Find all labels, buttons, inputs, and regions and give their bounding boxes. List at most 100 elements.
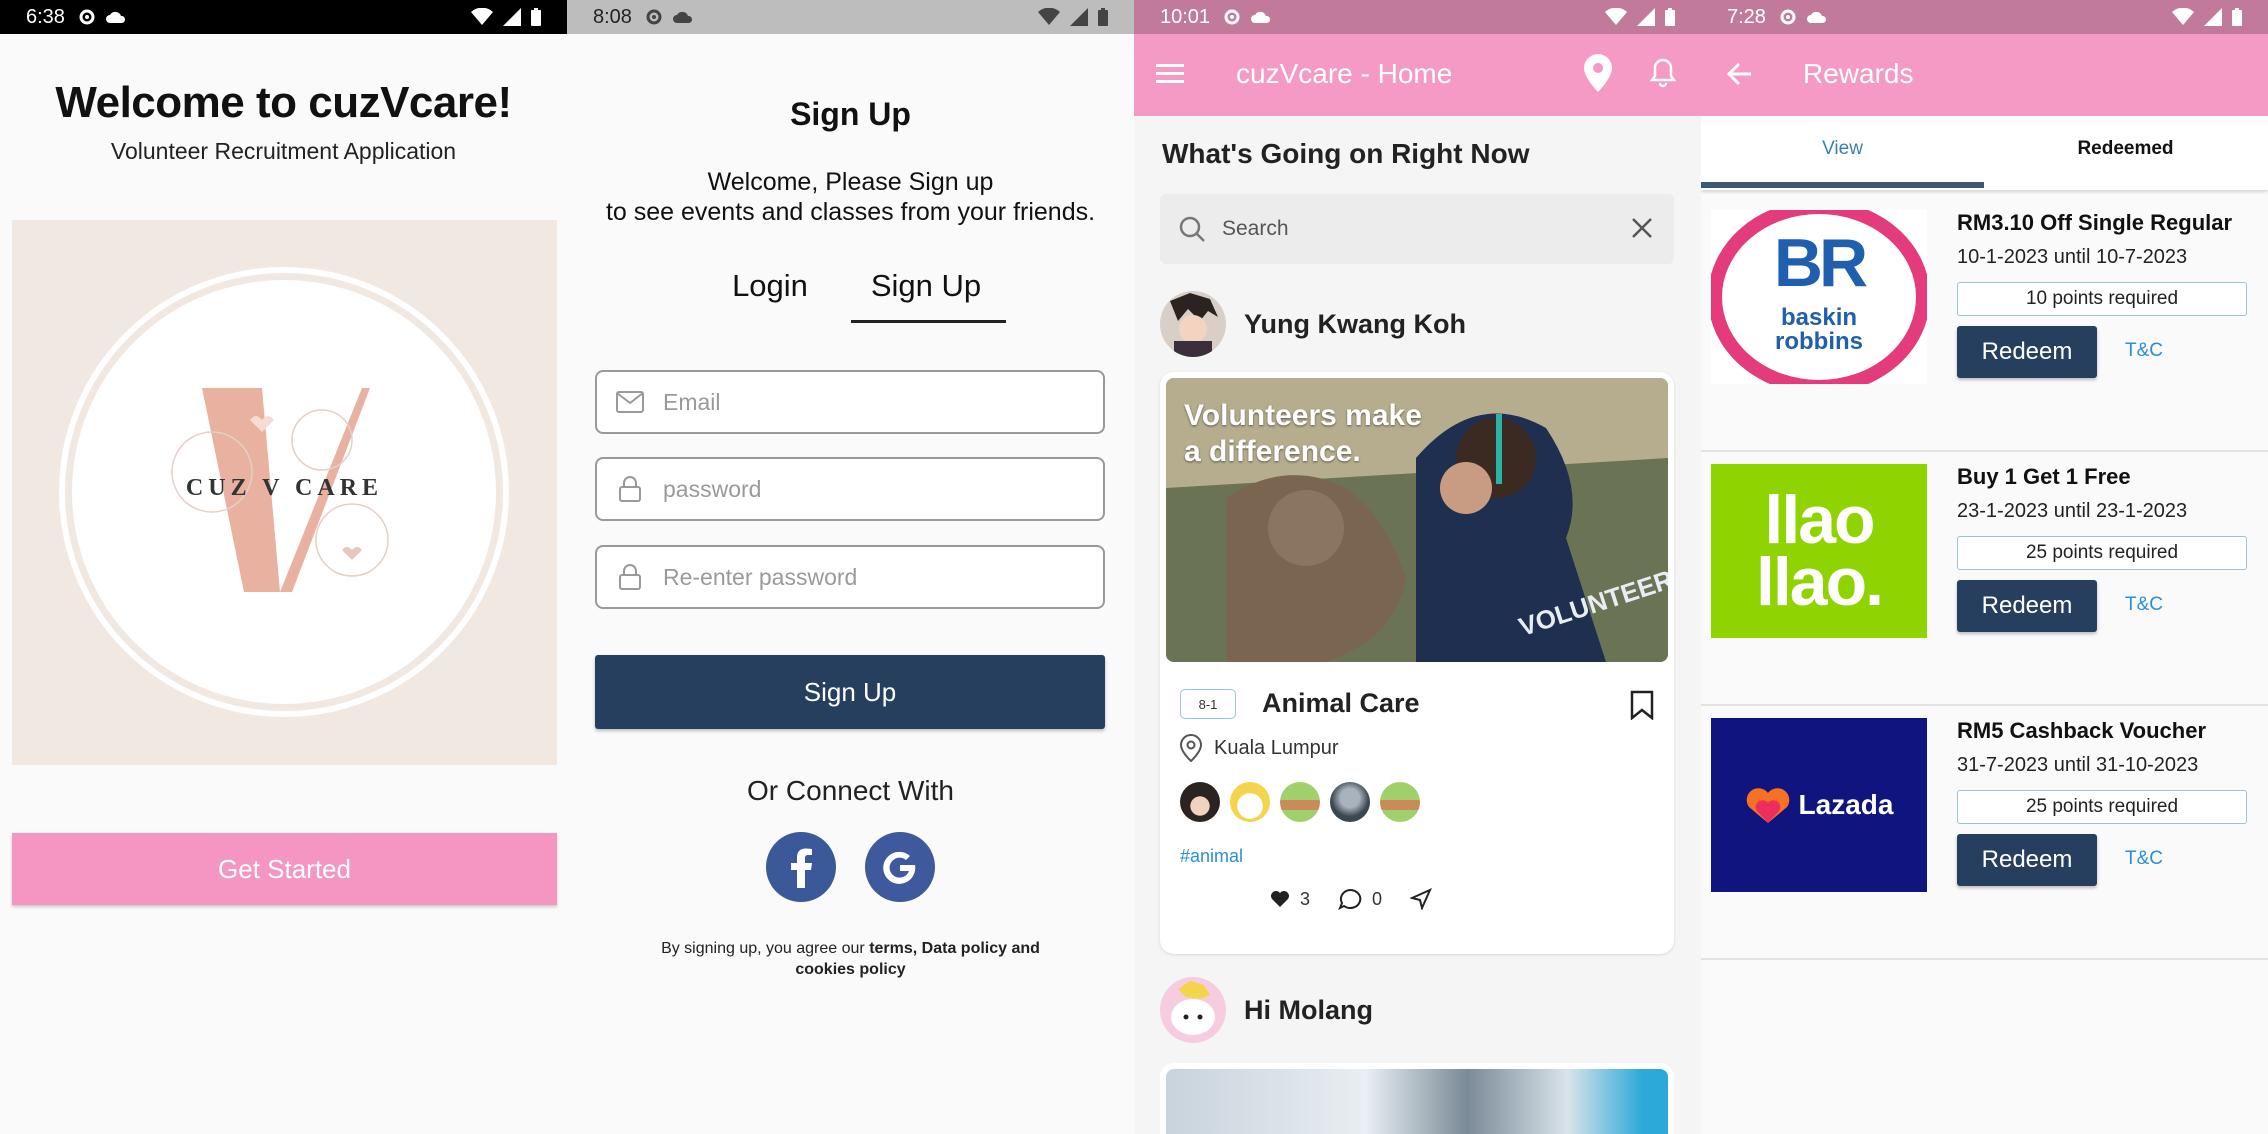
- avatar[interactable]: [1330, 782, 1370, 822]
- comment-icon: [1338, 888, 1362, 910]
- event-card[interactable]: [1160, 1063, 1674, 1134]
- avatar[interactable]: [1230, 782, 1270, 822]
- redeem-button[interactable]: Redeem: [1957, 834, 2097, 886]
- reward-item: BR baskin robbins RM3.10 Off Single Regu…: [1701, 200, 2268, 452]
- wifi-icon: [471, 8, 493, 25]
- caption-line-2: a difference.: [1184, 435, 1361, 468]
- share-icon: [1410, 888, 1433, 910]
- legal-prefix: By signing up, you agree our: [661, 940, 870, 957]
- email-input[interactable]: [663, 388, 1063, 416]
- reenter-password-input[interactable]: [663, 563, 1063, 591]
- status-bar: 10:01: [1134, 0, 1701, 34]
- avatar[interactable]: [1180, 782, 1220, 822]
- comment-button[interactable]: 0: [1338, 888, 1382, 910]
- tab-signup[interactable]: Sign Up: [851, 268, 1001, 304]
- terms-link[interactable]: T&C: [2125, 848, 2163, 870]
- heart-icon: [1271, 891, 1289, 907]
- welcome-subtitle: Volunteer Recruitment Application: [110, 138, 457, 164]
- terms-link[interactable]: terms, Data policy and: [869, 940, 1040, 957]
- share-button[interactable]: [1410, 888, 1433, 910]
- search-input[interactable]: [1222, 217, 1612, 241]
- battery-icon: [2232, 8, 2242, 26]
- search-icon: [1179, 216, 1205, 242]
- reenter-password-field[interactable]: [595, 545, 1105, 609]
- lazada-heart-icon: [1746, 788, 1789, 823]
- cookies-policy-link[interactable]: cookies policy: [795, 961, 905, 978]
- event-card[interactable]: Volunteers make a difference. VOLUNTEER …: [1160, 372, 1674, 954]
- notification-bell-icon[interactable]: [1649, 58, 1677, 93]
- terms-link[interactable]: T&C: [2125, 340, 2163, 362]
- rewards-tabs: View Redeemed: [1701, 116, 2268, 190]
- reward-title: RM5 Cashback Voucher: [1957, 718, 2207, 743]
- logo-text: llao: [1764, 482, 1875, 558]
- app-bar: Rewards: [1701, 34, 2268, 116]
- redeem-button[interactable]: Redeem: [1957, 326, 2097, 378]
- status-bar: 8:08: [567, 0, 1134, 34]
- tab-login[interactable]: Login: [700, 268, 840, 304]
- logo-text: robbins: [1775, 328, 1863, 355]
- page-title: Sign Up: [790, 96, 911, 132]
- post-author-row[interactable]: Yung Kwang Koh: [1160, 291, 1466, 357]
- app-logo: CUZ V CARE: [12, 220, 557, 765]
- redeem-button[interactable]: Redeem: [1957, 580, 2097, 632]
- event-location: Kuala Lumpur: [1180, 734, 1339, 762]
- event-image: Volunteers make a difference. VOLUNTEER: [1166, 378, 1668, 662]
- wifi-icon: [2172, 8, 2194, 25]
- cloud-status-icon: [672, 11, 692, 23]
- logo-text: Lazada: [1798, 789, 1894, 820]
- terms-link[interactable]: T&C: [2125, 594, 2163, 616]
- post-author-name[interactable]: Yung Kwang Koh: [1244, 309, 1466, 340]
- get-started-button[interactable]: Get Started: [12, 833, 557, 905]
- email-field[interactable]: [595, 370, 1105, 434]
- welcome-title: Welcome to cuzVcare!: [55, 78, 512, 127]
- tab-view[interactable]: View: [1701, 138, 1984, 160]
- signal-icon: [1070, 8, 1088, 26]
- google-login-button[interactable]: [865, 832, 935, 902]
- tab-redeemed[interactable]: Redeemed: [1984, 138, 2267, 160]
- home-screen: 10:01 cuzVcare - Home What's Going on Ri…: [1134, 0, 1701, 1134]
- attendee-avatars[interactable]: [1180, 782, 1420, 822]
- like-button[interactable]: 3: [1270, 889, 1310, 910]
- wifi-icon: [1605, 8, 1627, 25]
- password-input[interactable]: [663, 475, 1063, 503]
- signal-icon: [2204, 8, 2222, 26]
- google-icon: [883, 851, 916, 884]
- points-required: 10 points required: [1957, 282, 2247, 316]
- status-bar: 6:38: [0, 0, 567, 34]
- reward-title: Buy 1 Get 1 Free: [1957, 464, 2131, 489]
- avatar[interactable]: [1160, 977, 1226, 1043]
- reward-dates: 23-1-2023 until 23-1-2023: [1957, 500, 2188, 522]
- logo-text: BR: [1773, 225, 1868, 301]
- search-bar[interactable]: [1160, 194, 1674, 264]
- baskin-robbins-logo: BR baskin robbins: [1711, 210, 1927, 384]
- bookmark-icon[interactable]: [1630, 690, 1654, 725]
- signup-button[interactable]: Sign Up: [595, 655, 1105, 729]
- clear-search-icon[interactable]: [1630, 216, 1654, 245]
- password-field[interactable]: [595, 457, 1105, 521]
- facebook-icon: [791, 848, 812, 888]
- avatar[interactable]: [1160, 291, 1226, 357]
- status-time: 6:38: [26, 5, 65, 28]
- menu-icon[interactable]: [1156, 61, 1184, 90]
- avatar[interactable]: [1380, 782, 1420, 822]
- like-count: 3: [1300, 888, 1311, 909]
- facebook-login-button[interactable]: [766, 832, 836, 902]
- location-pin-icon[interactable]: [1584, 54, 1612, 97]
- points-required: 25 points required: [1957, 790, 2247, 824]
- location-icon: [1180, 734, 1202, 762]
- post-author-row[interactable]: Hi Molang: [1160, 977, 1373, 1043]
- reward-item: Lazada RM5 Cashback Voucher 31-7-2023 un…: [1701, 708, 2268, 960]
- event-hashtag[interactable]: #animal: [1180, 846, 1243, 867]
- event-title[interactable]: Animal Care: [1262, 688, 1420, 719]
- status-time: 7:28: [1727, 5, 1766, 28]
- back-arrow-icon[interactable]: [1725, 60, 1753, 93]
- comment-count: 0: [1372, 888, 1383, 909]
- llaollao-logo: llao llao.: [1711, 464, 1927, 638]
- lazada-logo: Lazada: [1711, 718, 1927, 892]
- rewards-screen: 7:28 Rewards View Redeemed BR baskin rob…: [1701, 0, 2268, 1134]
- post-author-name[interactable]: Hi Molang: [1244, 995, 1373, 1026]
- reward-dates: 10-1-2023 until 10-7-2023: [1957, 246, 2188, 268]
- avatar[interactable]: [1280, 782, 1320, 822]
- settings-status-icon: [646, 9, 662, 25]
- welcome-line-2: to see events and classes from your frie…: [605, 198, 1096, 226]
